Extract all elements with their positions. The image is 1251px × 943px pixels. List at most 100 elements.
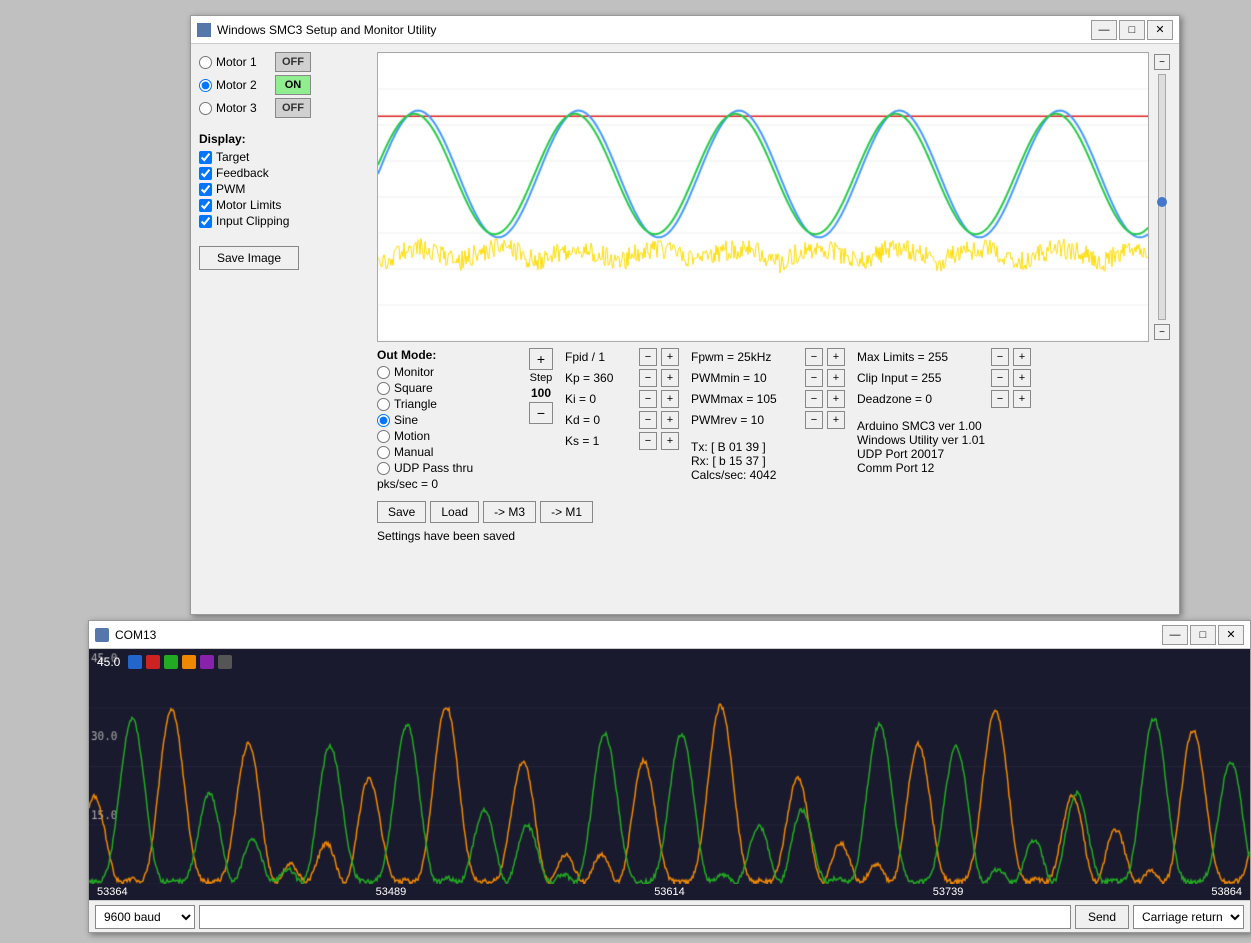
step-minus-btn[interactable]: − [529,402,553,424]
triangle-radio-row: Triangle [377,397,517,411]
motion-radio[interactable] [377,430,390,443]
smc3-title-bar: Windows SMC3 Setup and Monitor Utility —… [191,16,1179,44]
motor-2-toggle[interactable]: ON [275,75,311,95]
deadzone-plus-btn[interactable]: + [1013,390,1031,408]
feedback-checkbox[interactable] [199,167,212,180]
kp-minus-btn[interactable]: − [639,369,657,387]
calcs-label: Calcs/sec: 4042 [691,468,845,482]
com13-maximize-btn[interactable]: □ [1190,625,1216,645]
carriage-select[interactable]: Carriage return New line [1133,905,1244,929]
legend-dot-red[interactable] [146,655,160,669]
fpwm-row: Fpwm = 25kHz − + [691,348,845,366]
target-checkbox[interactable] [199,151,212,164]
display-group: Display: Target Feedback PWM Motor Limit… [199,132,369,230]
com13-title: COM13 [115,628,156,642]
left-panel: Motor 1 OFF Motor 2 ON Motor 3 OFF Displ… [199,52,369,606]
motor-1-radio[interactable] [199,56,212,69]
triangle-radio[interactable] [377,398,390,411]
com13-close-btn[interactable]: ✕ [1218,625,1244,645]
serial-input[interactable] [199,905,1071,929]
x-label-3: 53739 [933,886,964,898]
com13-minimize-btn[interactable]: — [1162,625,1188,645]
scroll-up-btn[interactable]: − [1154,54,1170,70]
scroll-down-btn[interactable]: − [1154,324,1170,340]
save-btn[interactable]: Save [377,501,426,523]
fpid-plus-btn[interactable]: + [661,348,679,366]
fpwm-plus-btn[interactable]: + [827,348,845,366]
bottom-controls: Out Mode: Monitor Square Triangle [377,348,1171,543]
pwmrev-minus-btn[interactable]: − [805,411,823,429]
feedback-label: Feedback [216,166,269,180]
clipinput-minus-btn[interactable]: − [991,369,1009,387]
maxlimits-minus-btn[interactable]: − [991,348,1009,366]
smc3-close-btn[interactable]: ✕ [1147,20,1173,40]
send-btn[interactable]: Send [1075,905,1129,929]
to-m1-btn[interactable]: -> M1 [540,501,593,523]
udp-radio[interactable] [377,462,390,475]
input-clipping-checkbox[interactable] [199,215,212,228]
smc3-minimize-btn[interactable]: — [1091,20,1117,40]
com13-icon [95,628,109,642]
legend-dot-green[interactable] [164,655,178,669]
deadzone-minus-btn[interactable]: − [991,390,1009,408]
fpid-minus-btn[interactable]: − [639,348,657,366]
legend-dot-purple[interactable] [200,655,214,669]
left-params-section: Fpid / 1 − + Kp = 360 − + Ki = 0 − + [565,348,679,450]
ks-minus-btn[interactable]: − [639,432,657,450]
kp-name: Kp = 360 [565,371,635,385]
kd-row: Kd = 0 − + [565,411,679,429]
com13-legend: 45.0 [97,655,232,669]
square-radio[interactable] [377,382,390,395]
pwm-label: PWM [216,182,245,196]
save-image-button[interactable]: Save Image [199,246,299,270]
to-m3-btn[interactable]: -> M3 [483,501,536,523]
x-label-0: 53364 [97,886,128,898]
triangle-label: Triangle [394,397,437,411]
motor-3-toggle[interactable]: OFF [275,98,311,118]
fpwm-minus-btn[interactable]: − [805,348,823,366]
legend-dot-orange[interactable] [182,655,196,669]
right-params-section: Max Limits = 255 − + Clip Input = 255 − … [857,348,1031,475]
pwm-checkbox[interactable] [199,183,212,196]
pwmmax-minus-btn[interactable]: − [805,390,823,408]
motor-group: Motor 1 OFF Motor 2 ON Motor 3 OFF [199,52,369,118]
motor-limits-checkbox[interactable] [199,199,212,212]
legend-dot-blue[interactable] [128,655,142,669]
tx-info: Tx: [ B 01 39 ] Rx: [ b 15 37 ] Calcs/se… [691,440,845,482]
arduino-ver-label: Arduino SMC3 ver 1.00 [857,419,1031,433]
motor-2-label: Motor 2 [216,78,271,92]
manual-radio[interactable] [377,446,390,459]
pwmmax-plus-btn[interactable]: + [827,390,845,408]
motor-2-radio[interactable] [199,79,212,92]
x-label-2: 53614 [654,886,685,898]
ki-name: Ki = 0 [565,392,635,406]
ki-plus-btn[interactable]: + [661,390,679,408]
step-section: + Step 100 − [529,348,553,424]
baud-select[interactable]: 9600 baud 115200 baud [95,905,195,929]
sine-radio[interactable] [377,414,390,427]
rx-label: Rx: [ b 15 37 ] [691,454,845,468]
kd-minus-btn[interactable]: − [639,411,657,429]
pwmrev-plus-btn[interactable]: + [827,411,845,429]
kp-plus-btn[interactable]: + [661,369,679,387]
pwmmin-plus-btn[interactable]: + [827,369,845,387]
step-plus-btn[interactable]: + [529,348,553,370]
load-btn[interactable]: Load [430,501,479,523]
ks-plus-btn[interactable]: + [661,432,679,450]
smc3-maximize-btn[interactable]: □ [1119,20,1145,40]
motion-label: Motion [394,429,430,443]
clipinput-plus-btn[interactable]: + [1013,369,1031,387]
pwmmin-row: PWMmin = 10 − + [691,369,845,387]
legend-dot-gray[interactable] [218,655,232,669]
motor-3-radio[interactable] [199,102,212,115]
kd-plus-btn[interactable]: + [661,411,679,429]
motor-1-toggle[interactable]: OFF [275,52,311,72]
maxlimits-plus-btn[interactable]: + [1013,348,1031,366]
windows-ver-label: Windows Utility ver 1.01 [857,433,1031,447]
main-chart-canvas [378,53,1148,341]
pwmmin-minus-btn[interactable]: − [805,369,823,387]
scroll-track[interactable] [1158,74,1166,320]
display-label: Display: [199,132,369,146]
monitor-radio[interactable] [377,366,390,379]
ki-minus-btn[interactable]: − [639,390,657,408]
